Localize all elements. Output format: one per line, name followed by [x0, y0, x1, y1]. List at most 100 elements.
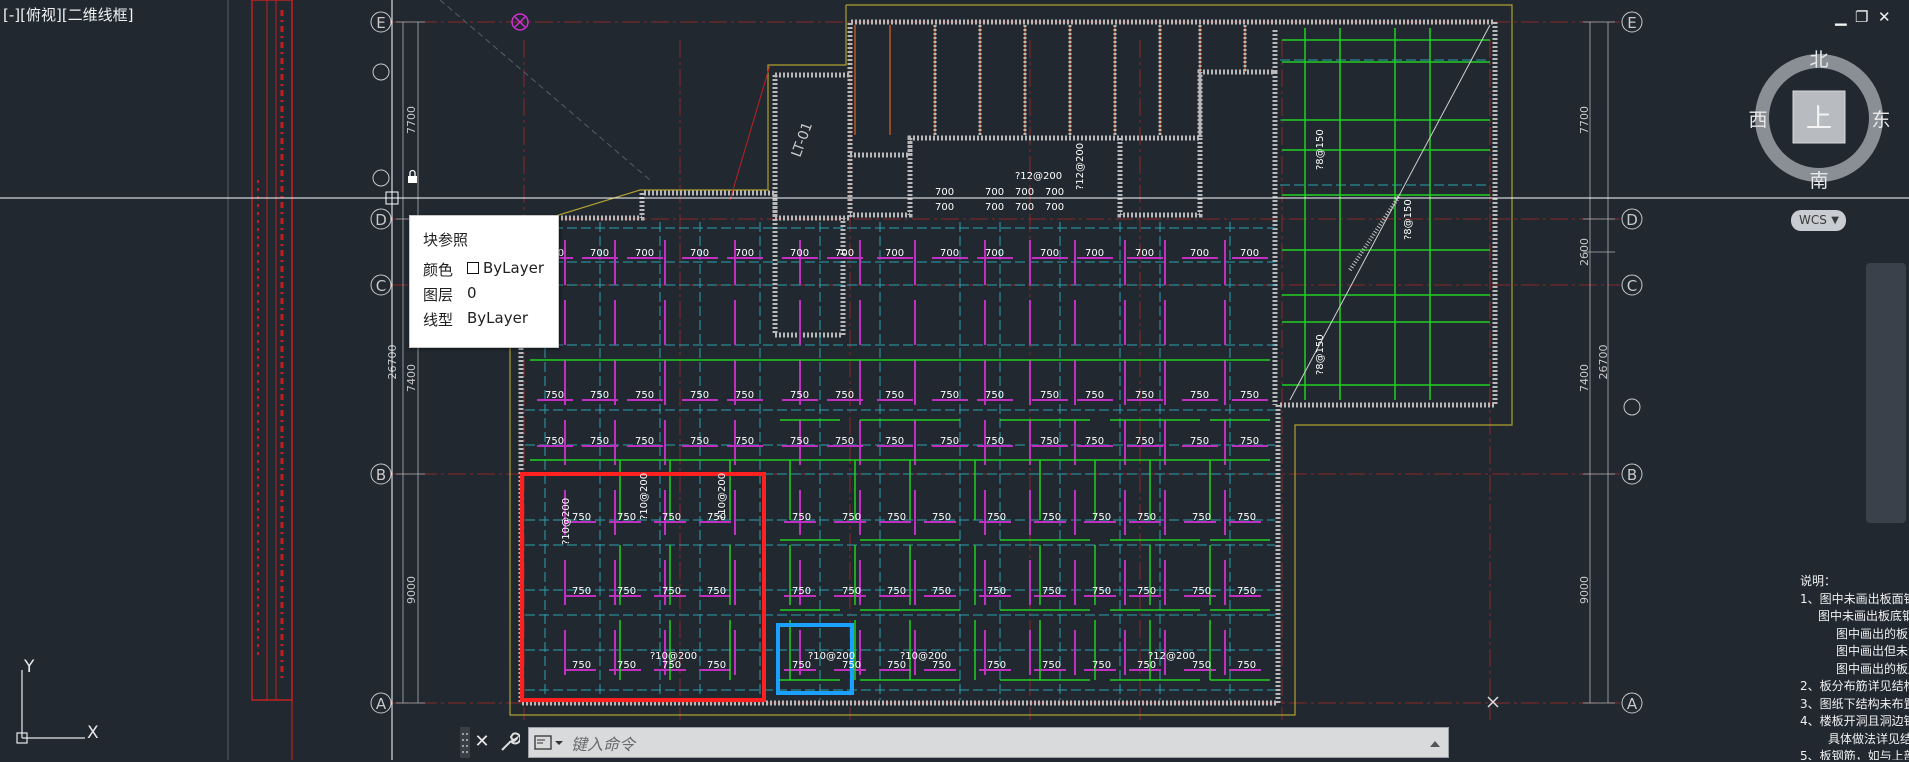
spacing-label: 750 — [792, 512, 811, 523]
spacing-label: 750 — [1137, 512, 1156, 523]
spacing-label: 750 — [590, 390, 609, 401]
design-notes: 说明： 1、图中未画出板面钢筋为 图中未画出板底钢筋为 图中画出的板面钢筋 图中… — [1800, 573, 1909, 760]
chevron-up-icon[interactable] — [1428, 736, 1442, 750]
spacing-label: 750 — [1237, 512, 1256, 523]
rebar-note-b: ?10@200 — [639, 473, 650, 520]
spacing-label: 750 — [1190, 390, 1209, 401]
minimize-button[interactable]: ▁ — [1835, 8, 1847, 26]
notes-line-9: 具体做法详见结构设计总 — [1828, 731, 1909, 746]
spacing-label: 750 — [887, 512, 906, 523]
tooltip-label-linetype: 线型 — [423, 311, 454, 329]
spacing-label: 700 — [985, 187, 1004, 198]
tooltip-value-layer: 0 — [467, 284, 477, 302]
spacing-label: 700 — [1015, 187, 1034, 198]
spacing-label: 750 — [1085, 390, 1104, 401]
spacing-label: 750 — [545, 436, 564, 447]
notes-line-5: 图中画出的板底钢筋 — [1836, 661, 1909, 676]
compass-south[interactable]: 南 — [1809, 170, 1828, 192]
spacing-label: 700 — [1045, 187, 1064, 198]
spacing-label: 750 — [987, 660, 1006, 671]
building-walls — [518, 19, 1498, 706]
spacing-label: 700 — [935, 187, 954, 198]
recent-commands-icon[interactable] — [531, 732, 565, 754]
spacing-label: 750 — [842, 586, 861, 597]
notes-line-6: 2、板分布筋详见结构设计总说 — [1800, 679, 1909, 693]
ucs-icon — [16, 670, 85, 744]
block-reference-tooltip: 块参照 颜色 ByLayer 图层 0 线型 ByLayer — [409, 215, 559, 348]
drawing-viewport[interactable]: E D C B A E D C B A 7700 7400 9000 26700… — [0, 0, 1909, 760]
spacing-label: 750 — [707, 586, 726, 597]
spacing-label: 700 — [985, 202, 1004, 213]
cad-drawing[interactable]: E D C B A E D C B A 7700 7400 9000 26700… — [0, 0, 1909, 760]
spacing-label: 750 — [1135, 436, 1154, 447]
spacing-label: 750 — [572, 512, 591, 523]
command-input[interactable] — [569, 731, 1413, 757]
grid-bubble-right-b: B — [1627, 466, 1637, 484]
spacing-label: 750 — [1042, 586, 1061, 597]
spacing-label: 750 — [985, 436, 1004, 447]
tooltip-label-color: 颜色 — [423, 261, 454, 279]
customize-wrench-icon[interactable] — [498, 731, 522, 753]
command-line-grip[interactable] — [460, 727, 470, 758]
dim-left-7700: 7700 — [405, 106, 418, 134]
spacing-label: 750 — [735, 390, 754, 401]
notes-line-10: 5、板钢筋，如与上部柱梁 — [1800, 749, 1909, 760]
restore-button[interactable]: ❐ — [1855, 8, 1868, 26]
rebar-note-e: ?10@200 — [650, 651, 697, 662]
spacing-label: 700 — [790, 248, 809, 259]
grid-column-lines — [523, 40, 1491, 720]
spacing-label: 750 — [1042, 512, 1061, 523]
spacing-label: 700 — [885, 248, 904, 259]
tooltip-value-linetype: ByLayer — [467, 309, 528, 327]
notes-line-3: 图中画出的板面钢筋 — [1836, 626, 1909, 641]
tooltip-title: 块参照 — [423, 231, 469, 249]
rebar-note-g: ?12@200 — [1148, 651, 1195, 662]
command-close-icon[interactable]: ✕ — [472, 731, 492, 753]
wcs-menu-button[interactable]: WCS ▼ — [1791, 210, 1846, 231]
spacing-label: 750 — [617, 586, 636, 597]
spacing-label: 700 — [1015, 202, 1034, 213]
spacing-label: 750 — [635, 436, 654, 447]
spacing-label: 750 — [617, 660, 636, 671]
viewcube-face-top[interactable]: 上 — [1806, 104, 1832, 134]
tooltip-label-layer: 图层 — [423, 286, 454, 304]
spacing-label: 750 — [1237, 660, 1256, 671]
left-notes-strip — [227, 0, 293, 760]
compass-west[interactable]: 西 — [1748, 109, 1767, 131]
navigation-bar[interactable] — [1866, 263, 1906, 523]
command-line[interactable]: ✕ — [460, 727, 1449, 758]
notes-line-4: 图中画出但未注明的 — [1836, 644, 1909, 658]
spacing-label: 750 — [617, 512, 636, 523]
spacing-label: 700 — [1240, 248, 1259, 259]
rebar-note-h: ?12@200 — [1015, 171, 1062, 182]
spacing-label: 750 — [940, 436, 959, 447]
spacing-label: 750 — [790, 436, 809, 447]
spacing-label: 750 — [987, 586, 1006, 597]
dim-right-7700: 7700 — [1578, 106, 1591, 134]
spacing-label: 750 — [932, 512, 951, 523]
dimension-chains — [396, 21, 1615, 704]
rebar-note-f: ?10@200 — [900, 651, 947, 662]
compass-east[interactable]: 东 — [1871, 109, 1890, 131]
spacing-label: 750 — [1190, 436, 1209, 447]
grid-bubble-left-b: B — [376, 466, 386, 484]
spacing-label: 750 — [662, 586, 681, 597]
notes-line-1: 1、图中未画出板面钢筋为 — [1800, 591, 1909, 606]
spacing-label: 750 — [572, 586, 591, 597]
dim-right-9000: 9000 — [1578, 576, 1591, 604]
grid-bubble-left-d: D — [375, 211, 387, 229]
rebar-note-i: ?12@200 — [1075, 143, 1086, 190]
compass-north[interactable]: 北 — [1809, 49, 1828, 71]
spacing-label: 700 — [985, 248, 1004, 259]
grid-bubbles-right: E D C B A — [1621, 11, 1643, 714]
notes-line-2: 图中未画出板底钢筋为 — [1818, 609, 1909, 623]
viewport-control-label[interactable]: [-][俯视][二维线框] — [3, 4, 134, 25]
command-input-box[interactable] — [528, 727, 1449, 758]
grid-bubble-left-e: E — [376, 14, 385, 32]
grid-bubble-right-e: E — [1627, 14, 1636, 32]
stair-diagonal — [439, 0, 1491, 401]
close-button[interactable]: ✕ — [1878, 8, 1891, 26]
spacing-label: 700 — [1085, 248, 1104, 259]
spacing-label: 700 — [690, 248, 709, 259]
spacing-label: 750 — [1192, 586, 1211, 597]
